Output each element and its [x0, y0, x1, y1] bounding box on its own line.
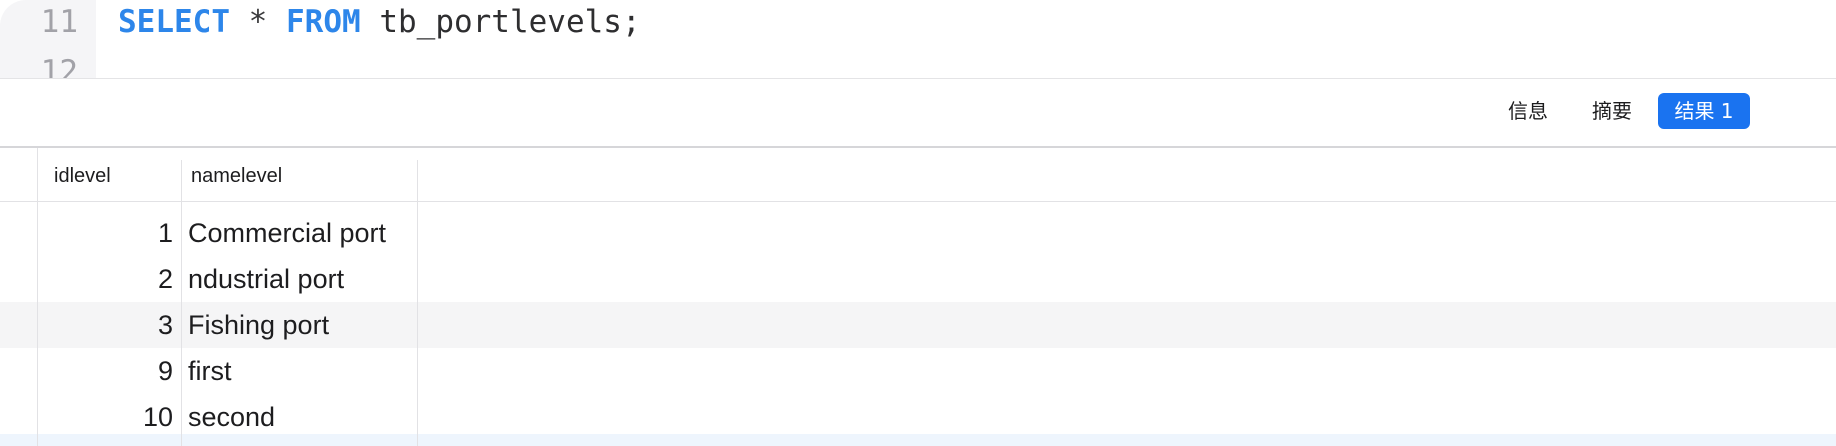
- cell-namelevel[interactable]: Commercial port: [188, 210, 416, 256]
- line-number: 11: [40, 4, 78, 40]
- table-row[interactable]: [0, 434, 1836, 446]
- cell-idlevel[interactable]: 1: [37, 210, 173, 256]
- cell-idlevel[interactable]: 2: [37, 256, 173, 302]
- cell-namelevel[interactable]: ndustrial port: [188, 256, 416, 302]
- tab-result-1[interactable]: 结果 1: [1658, 93, 1750, 129]
- table-row[interactable]: 2 ndustrial port: [0, 256, 1836, 302]
- sql-keyword-select: SELECT: [118, 4, 230, 40]
- cell-idlevel[interactable]: 3: [37, 302, 173, 348]
- sql-star: *: [248, 4, 268, 40]
- result-tabbar: 信息 摘要 结果 1: [0, 79, 1836, 146]
- grid-header: idlevel namelevel: [0, 148, 1836, 202]
- tab-info[interactable]: 信息: [1498, 93, 1558, 129]
- column-divider[interactable]: [181, 160, 182, 446]
- sql-editor[interactable]: 11 SELECT * FROM tb_portlevels; 12: [0, 0, 1836, 78]
- column-header-idlevel[interactable]: idlevel: [37, 158, 181, 194]
- column-header-namelevel[interactable]: namelevel: [181, 158, 417, 194]
- code-line[interactable]: 11 SELECT * FROM tb_portlevels;: [0, 2, 1836, 42]
- sql-statement[interactable]: SELECT * FROM tb_portlevels;: [118, 2, 641, 42]
- cell-idlevel[interactable]: 9: [37, 348, 173, 394]
- table-row[interactable]: 9 first: [0, 348, 1836, 394]
- code-line[interactable]: 12: [0, 52, 1836, 78]
- column-divider: [37, 148, 38, 446]
- table-row[interactable]: 1 Commercial port: [0, 210, 1836, 256]
- result-grid: idlevel namelevel 1 Commercial port 2 nd…: [0, 148, 1836, 446]
- cell-namelevel[interactable]: first: [188, 348, 416, 394]
- sql-keyword-from: FROM: [286, 4, 361, 40]
- cell-namelevel[interactable]: Fishing port: [188, 302, 416, 348]
- table-row[interactable]: 3 Fishing port: [0, 302, 1836, 348]
- tab-summary[interactable]: 摘要: [1582, 93, 1642, 129]
- column-divider[interactable]: [417, 160, 418, 446]
- sql-table-name: tb_portlevels;: [379, 4, 641, 40]
- line-number: 12: [40, 54, 78, 78]
